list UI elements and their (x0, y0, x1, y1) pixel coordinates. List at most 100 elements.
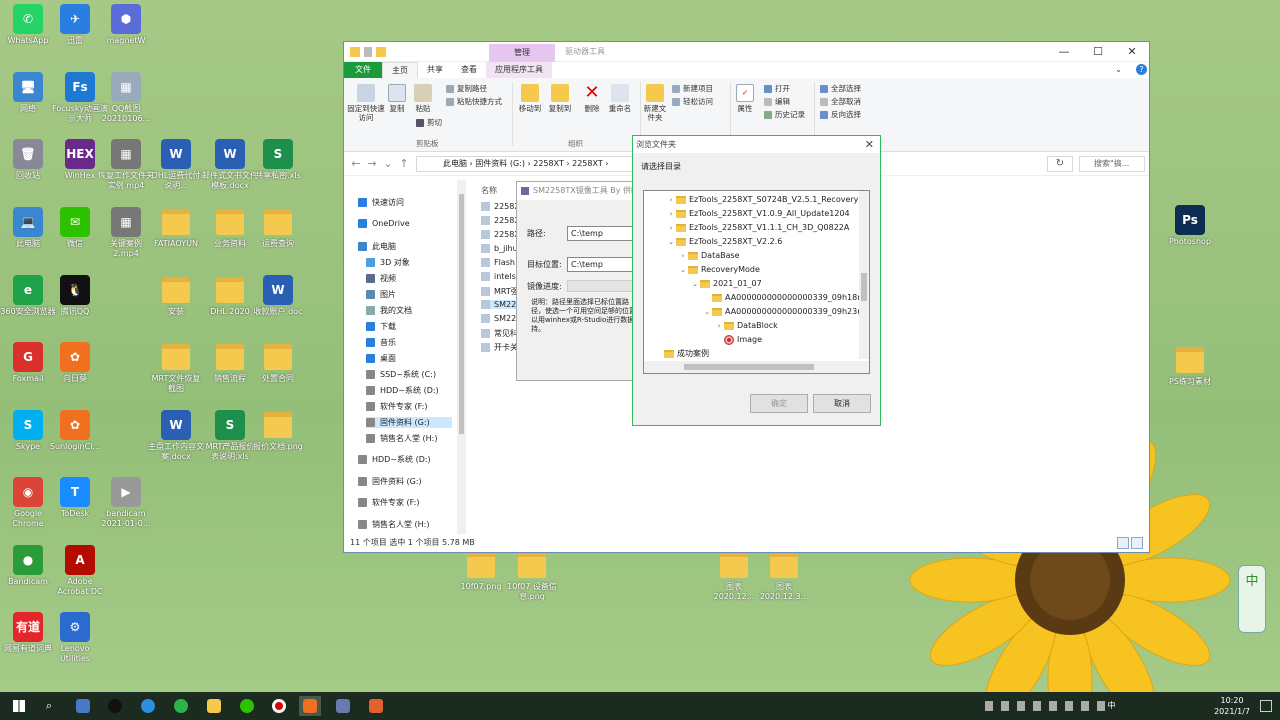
desktop-icon[interactable]: T ToDesk (47, 477, 103, 519)
nav-item[interactable]: 固件资料 (G:) (366, 417, 452, 428)
select-all-button[interactable]: 全部选择 (820, 84, 861, 93)
tree-node[interactable]: Image (714, 333, 762, 347)
wechat-taskbar-icon[interactable] (236, 696, 258, 716)
tree-expand-icon[interactable]: ⌄ (690, 277, 700, 291)
recent-dropdown-icon[interactable]: ⌄ (380, 157, 396, 170)
desktop-icon[interactable]: ▦ QQ截图20210106... (98, 72, 154, 124)
nav-scrollbar[interactable] (457, 180, 466, 534)
tray-icons[interactable] (985, 700, 1105, 711)
desktop-icon[interactable]: W DHL运费代付说明... (148, 139, 204, 191)
desktop-icon[interactable]: A Adobe Acrobat DC (52, 545, 108, 597)
sunflower-taskbar-icon[interactable] (299, 696, 321, 716)
windows-start-icon[interactable] (8, 696, 30, 716)
maximize-button[interactable]: ☐ (1081, 42, 1115, 62)
history-button[interactable]: 历史记录 (764, 110, 805, 119)
desktop-icon[interactable]: 安装 (148, 275, 204, 317)
large-icons-view-icon[interactable] (1131, 537, 1143, 549)
collapse-ribbon-icon[interactable]: ⌄ (1106, 62, 1131, 78)
calculator-taskbar-icon[interactable] (72, 696, 94, 716)
nav-item[interactable]: 销售名人堂 (H:) (358, 519, 430, 530)
file-explorer-taskbar-icon[interactable] (203, 696, 225, 716)
tree-node[interactable]: ⌄ AA000000000000000339_09h23m0 (702, 305, 869, 319)
notification-icon[interactable] (1260, 700, 1272, 712)
tree-expand-icon[interactable]: › (666, 207, 676, 221)
properties-button[interactable]: ✓ 属性 (734, 84, 756, 113)
desktop-icon[interactable]: 图表 2020.12... (706, 550, 762, 602)
desktop-icon[interactable]: ⬢ magnetW (98, 4, 154, 46)
tab-app-tools[interactable]: 应用程序工具 (486, 62, 552, 78)
close-icon[interactable]: ✕ (865, 136, 874, 153)
easy-access-button[interactable]: 轻松访问 (672, 97, 713, 106)
paste-shortcut-button[interactable]: 粘贴快捷方式 (446, 97, 502, 106)
desktop-icon[interactable]: ✉ 微信 (47, 207, 103, 249)
nav-item[interactable]: HDD~系统 (D:) (358, 454, 431, 465)
desktop-icon[interactable]: 10f07.png (453, 550, 509, 592)
tab-share[interactable]: 共享 (418, 62, 452, 78)
file-row[interactable]: intels (481, 272, 516, 281)
file-row[interactable]: 常见科 (481, 328, 518, 339)
quick-access-toolbar[interactable] (350, 47, 406, 57)
desktop-icon[interactable]: S 共享私密.xls (250, 139, 306, 181)
tree-node[interactable]: › EzTools_2258XT_S0724B_V2.5.1_RecoveryMo (666, 193, 869, 207)
file-row[interactable]: 2258X (481, 230, 520, 239)
tree-hscroll-thumb[interactable] (684, 364, 814, 370)
open-button[interactable]: 打开 (764, 84, 790, 93)
tree-expand-icon[interactable]: › (666, 193, 676, 207)
file-row[interactable]: 开卡关 (481, 342, 518, 353)
new-item-button[interactable]: 新建项目 (672, 84, 713, 93)
tree-node[interactable]: 成功案例 (654, 347, 709, 361)
tree-expand-icon[interactable]: › (714, 319, 724, 333)
desktop-icon[interactable]: PS练习素材 (1162, 345, 1218, 387)
desktop-icon[interactable]: ▶ bandicam 2021-01-0... (98, 477, 154, 529)
nav-item[interactable]: 音乐 (366, 337, 396, 348)
back-arrow-icon[interactable]: ← (348, 157, 364, 170)
desktop-icon[interactable]: ▦ 关键案例2.mp4 (98, 207, 154, 259)
desktop-icon[interactable]: 处置合同 (250, 342, 306, 384)
app-taskbar-icon[interactable] (365, 696, 387, 716)
bandicam-taskbar-icon[interactable] (268, 696, 290, 716)
desktop-icon[interactable]: Ps Photoshop (1162, 205, 1218, 247)
move-to-button[interactable]: 移动到 (516, 84, 544, 113)
tree-node[interactable]: ⌄ 2021_01_07 (690, 277, 762, 291)
tree-node[interactable]: › DataBase (678, 249, 740, 263)
file-row[interactable]: SM22 (481, 314, 516, 323)
qq-taskbar-icon[interactable] (104, 696, 126, 716)
desktop-icon[interactable]: 🖥 网络 (0, 72, 56, 114)
nav-item[interactable]: 销售名人堂 (H:) (366, 433, 438, 444)
desktop-icon[interactable]: MRT文件恢复截图 (148, 342, 204, 394)
refresh-icon[interactable]: ↻ (1047, 156, 1073, 172)
nav-item[interactable]: HDD~系统 (D:) (366, 385, 439, 396)
tree-node[interactable]: AA000000000000000339_09h18m (702, 291, 865, 305)
delete-button[interactable]: ✕ 删除 (580, 84, 604, 114)
tree-expand-icon[interactable]: ⌄ (666, 235, 676, 249)
nav-item[interactable]: 软件专家 (F:) (366, 401, 427, 412)
tree-node[interactable]: › EzTools_2258XT_V1.0.9_All_Update1204 (666, 207, 850, 221)
close-button[interactable]: ✕ (1115, 42, 1149, 62)
360-browser-taskbar-icon[interactable] (170, 696, 192, 716)
manage-tab[interactable]: 管理 (489, 44, 555, 62)
file-row[interactable]: 2258X (481, 216, 520, 225)
edit-button[interactable]: 编辑 (764, 97, 790, 106)
path-field[interactable]: C:\temp (567, 226, 639, 241)
tree-node[interactable]: › DataBlock (714, 319, 778, 333)
browser-taskbar-icon[interactable] (137, 696, 159, 716)
desktop-icon[interactable]: ● Bandicam (0, 545, 56, 587)
tab-view[interactable]: 查看 (452, 62, 486, 78)
tree-node[interactable]: › EzTools_2258XT_V1.1.1_CH_3D_Q0822A (666, 221, 850, 235)
desktop-icon[interactable]: W 收款账户.doc (250, 275, 306, 317)
desktop-icon[interactable]: ⚙ Lenovo Utilities (47, 612, 103, 664)
column-header-name[interactable]: 名称 (481, 185, 497, 196)
taskbar-clock[interactable]: 10:20 2021/1/7 (1214, 695, 1250, 717)
nav-item[interactable]: 固件资料 (G:) (358, 476, 422, 487)
desktop-icon[interactable]: ▦ 恢复工作文件夹实例.mp4 (98, 139, 154, 191)
tab-file[interactable]: 文件 (344, 62, 382, 78)
file-row[interactable]: 2258X (481, 202, 520, 211)
tab-home[interactable]: 主页 (382, 61, 418, 79)
desktop-icon[interactable]: 报价文档.png (250, 410, 306, 452)
tree-node[interactable]: ⌄ EzTools_2258XT_V2.2.6 (666, 235, 782, 249)
new-folder-button[interactable]: 新建文件夹 (642, 84, 668, 122)
forward-arrow-icon[interactable]: → (364, 157, 380, 170)
paste-button[interactable]: 粘贴 (410, 84, 436, 113)
desktop-icon[interactable]: 10f07 设备信息.png (504, 550, 560, 602)
ok-button[interactable]: 确定 (750, 394, 808, 413)
